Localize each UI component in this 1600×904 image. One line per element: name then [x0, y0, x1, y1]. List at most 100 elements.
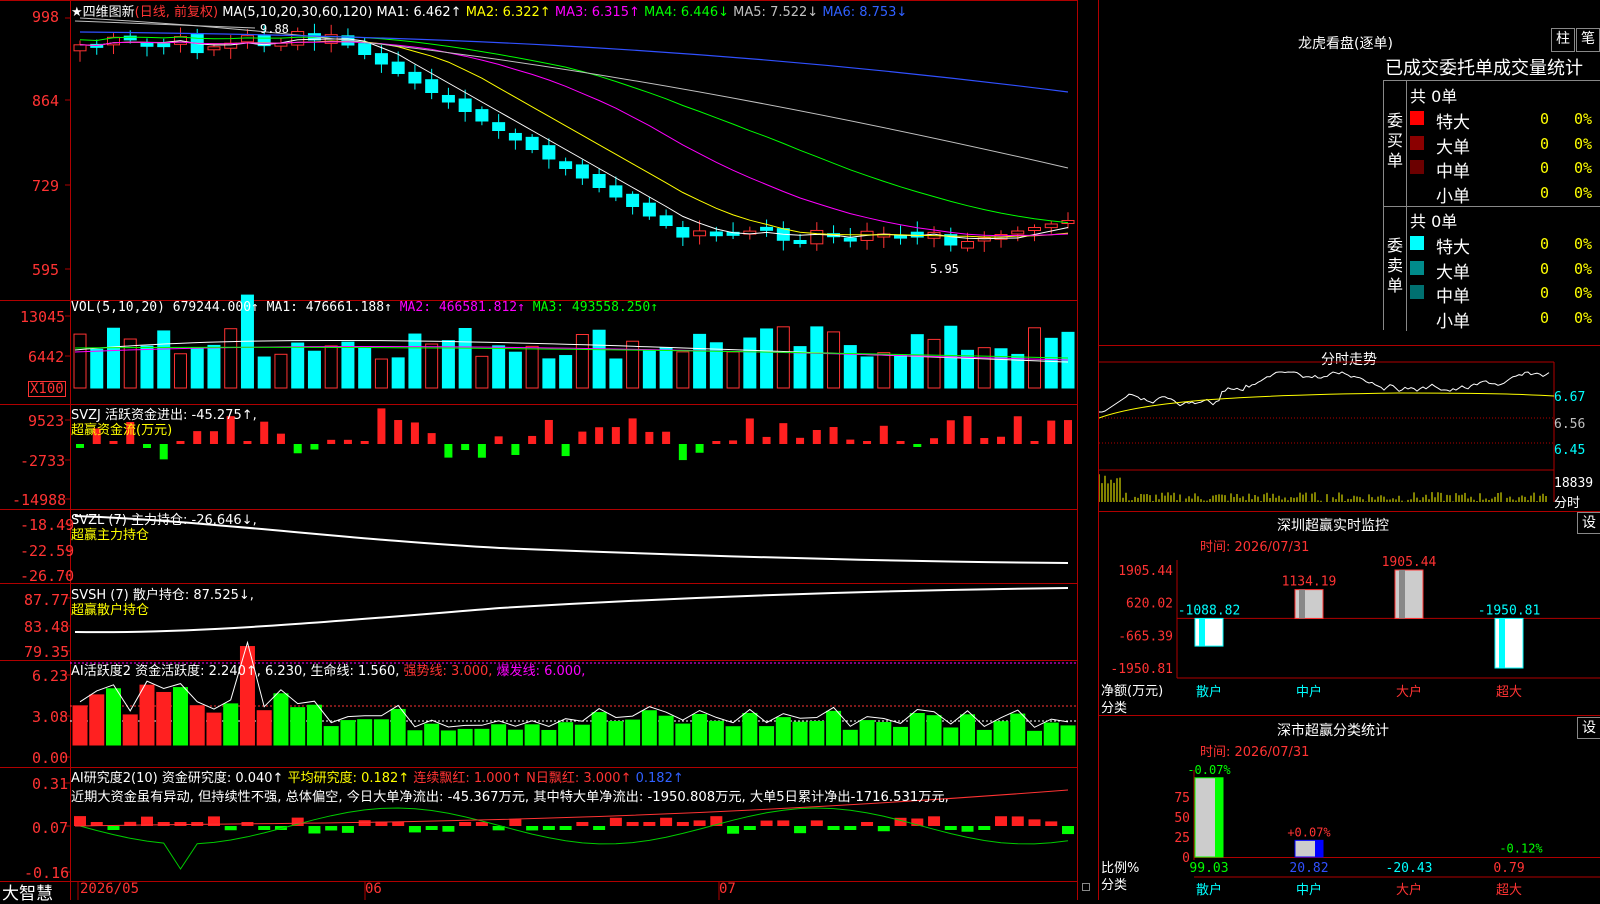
research-bar	[794, 826, 807, 834]
candle-body	[709, 231, 723, 237]
vol-label: VOL(5,10,20)	[71, 300, 165, 315]
activity-bar	[1043, 722, 1059, 746]
research-bar	[944, 826, 957, 830]
fund-flow-bar	[980, 438, 989, 444]
period-label[interactable]: (日线, 前复权)	[135, 5, 218, 20]
volume-bar	[190, 347, 204, 389]
research-bar	[542, 826, 555, 830]
candle-body	[793, 239, 807, 244]
svzj-tick: -2733	[20, 452, 66, 470]
activity-bar	[658, 715, 674, 746]
classify-category-label: 超大	[1496, 883, 1522, 898]
vol-tick: 6442	[28, 348, 65, 366]
volume-bar	[508, 351, 522, 389]
vol-tick: 13045	[20, 308, 66, 326]
fund-flow-bar	[930, 438, 939, 444]
realtime-category-label: 中户	[1296, 684, 1322, 700]
price-tick: 729	[32, 177, 60, 195]
activity-bar	[290, 707, 306, 746]
fund-flow-bar	[729, 440, 738, 444]
activity-bar	[541, 729, 557, 746]
research-bar	[1028, 819, 1041, 826]
volume-bar	[307, 350, 321, 389]
fund-flow-bar	[209, 431, 218, 444]
star-icon[interactable]: ★	[71, 5, 83, 20]
volume-bar	[358, 347, 372, 389]
candle-body	[542, 145, 556, 160]
candle-body	[626, 193, 640, 207]
classify-change-label: +0.07%	[1287, 825, 1331, 839]
candle-body	[207, 46, 221, 51]
fund-flow-bar	[863, 441, 872, 444]
volume-bar	[910, 334, 924, 389]
vol-unit-badge[interactable]: X100	[28, 381, 66, 397]
volume-bar	[776, 326, 790, 389]
trend-line	[74, 20, 256, 29]
research-bar	[743, 826, 756, 830]
classify-y-tick: 50	[1174, 811, 1190, 826]
volume-bar	[877, 352, 891, 389]
activity-bar	[72, 705, 88, 746]
activity-bar	[373, 719, 389, 746]
volume-bar	[374, 358, 388, 389]
activity-bar	[641, 710, 657, 746]
activity-bar	[926, 715, 942, 746]
research-bar	[157, 822, 170, 826]
fund-flow-bar	[611, 427, 620, 444]
lock-icon[interactable]	[1082, 883, 1090, 891]
stock-name[interactable]: 四维图新	[83, 5, 135, 20]
research-bar	[609, 817, 622, 826]
activity-bar	[105, 688, 121, 746]
fund-flow-bar	[1030, 441, 1039, 444]
candle-body	[843, 237, 857, 242]
fund-flow-bar	[695, 444, 704, 453]
fund-flow-bar	[293, 444, 302, 454]
fund-flow-bar	[561, 444, 570, 457]
volume-bar	[1044, 337, 1058, 389]
svzl-tick: -26.70	[20, 567, 75, 585]
activity-bar	[826, 710, 842, 746]
research-bar	[308, 826, 321, 834]
fund-flow-bar	[360, 441, 369, 444]
ai-active-tick: 6.23	[32, 667, 69, 685]
research-bar	[1062, 826, 1074, 835]
svsh-tick: 79.35	[24, 643, 70, 661]
research-bar	[676, 822, 689, 826]
research-bar	[660, 817, 673, 826]
svzl-tick: -22.59	[20, 542, 75, 560]
candle-body	[910, 231, 924, 238]
kline-chart-canvas[interactable]	[0, 0, 1078, 900]
volume-bar	[207, 344, 221, 389]
fund-flow-bar	[327, 439, 336, 444]
ai-research-value: 资金研究度: 0.040↑	[161, 771, 284, 786]
ai-research-nday: N日飘红: 3.000↑	[526, 771, 632, 786]
activity-bar	[859, 720, 875, 746]
research-bar	[224, 826, 237, 831]
fund-flow-bar	[310, 444, 319, 450]
research-bar	[861, 822, 874, 826]
fund-flow-bar	[410, 422, 419, 444]
fund-flow-bar	[427, 433, 436, 444]
volume-bar	[860, 356, 874, 389]
research-bar	[442, 826, 455, 832]
activity-bar	[608, 720, 624, 746]
realtime-value-label: -1088.82	[1178, 603, 1241, 618]
research-bar	[760, 820, 773, 826]
research-bar	[995, 816, 1008, 826]
candle-body	[592, 174, 606, 188]
research-bar	[576, 822, 589, 826]
classify-value-label: 99.03	[1189, 861, 1228, 876]
candle-body	[441, 94, 455, 103]
research-bar	[174, 822, 187, 826]
ai-active-tick: 0.00	[32, 749, 69, 767]
candle-body	[140, 42, 154, 47]
fund-flow-bar	[628, 418, 637, 444]
volume-bar	[73, 333, 87, 389]
activity-bar	[893, 726, 909, 746]
fund-flow-bar	[494, 436, 503, 444]
candle-body	[961, 241, 975, 249]
main-chart-area[interactable]: ★四维图新(日线, 前复权) MA(5,10,20,30,60,120) MA1…	[0, 0, 1090, 904]
activity-bar	[189, 705, 205, 746]
activity-bar	[960, 714, 976, 746]
classify-bar-accent	[1315, 840, 1323, 857]
